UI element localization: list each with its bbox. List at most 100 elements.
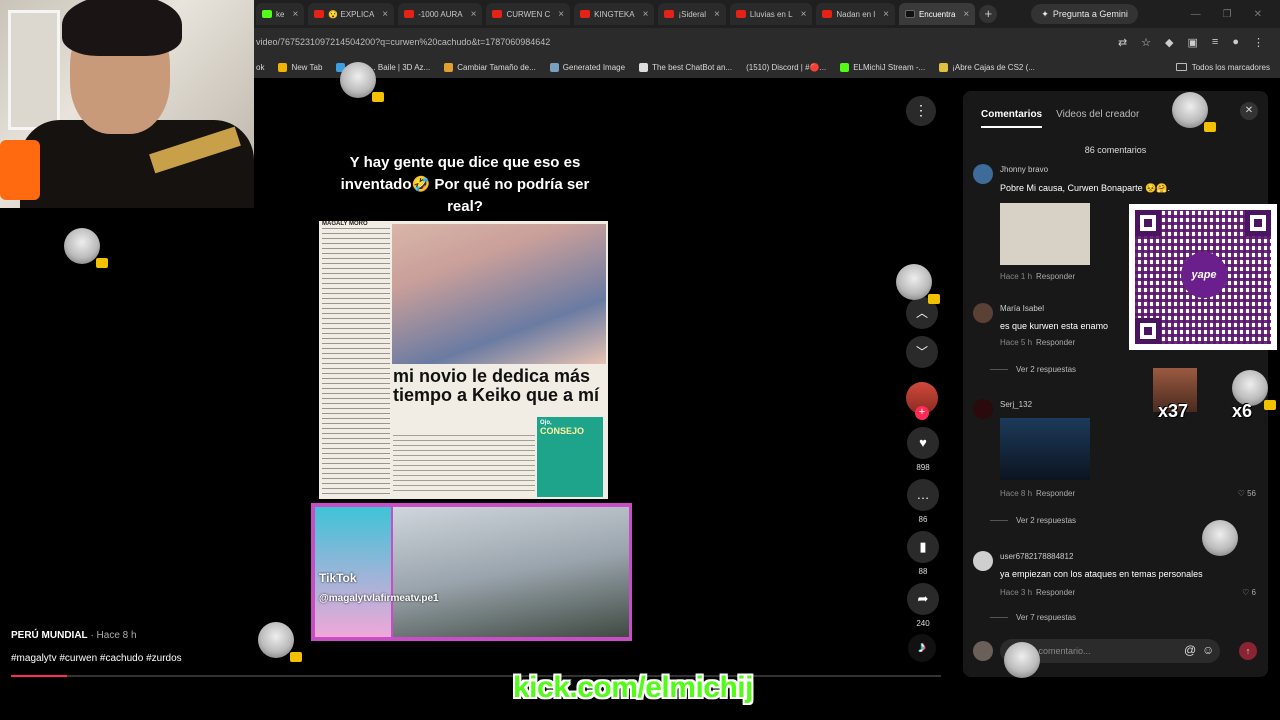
share-action[interactable]: ➦ 240 (906, 583, 940, 628)
webcam-overlay (0, 0, 254, 208)
tab-7[interactable]: Lluvias en L × (729, 3, 813, 25)
comment-action[interactable]: … 86 (906, 479, 940, 524)
tab-creator-videos[interactable]: Videos del creador (1056, 109, 1139, 128)
avatar[interactable] (973, 399, 993, 419)
star-icon[interactable]: ☆ (1141, 36, 1151, 49)
close-icon[interactable]: × (292, 9, 298, 20)
comment-user[interactable]: Jhonny bravo (1000, 165, 1048, 174)
puzzle-icon[interactable]: ▣ (1188, 36, 1198, 49)
tab-4[interactable]: CURWEN C × (486, 3, 571, 25)
tiktok-logo-icon[interactable]: ♪ (908, 634, 936, 662)
next-video-button[interactable]: ﹀ (906, 336, 938, 368)
close-icon[interactable]: × (382, 9, 388, 20)
comment-time: Hace 1 h (1000, 272, 1033, 281)
qr-finder (1245, 210, 1271, 236)
bookmark-0[interactable]: ok (256, 63, 264, 72)
bookmark-6[interactable]: (1510) Discord | #🔴... (746, 63, 826, 72)
close-icon[interactable]: × (714, 9, 720, 20)
menu-icon[interactable]: ⋮ (1253, 36, 1264, 49)
tiktok-handle: @magalytvlafirmeatv.pe1 (319, 593, 439, 604)
bookmark-5[interactable]: The best ChatBot an... (639, 62, 732, 72)
close-icon[interactable]: × (963, 9, 969, 20)
view-replies-button[interactable]: Ver 2 respuestas (990, 365, 1076, 374)
gemini-button[interactable]: ✦ Pregunta a Gemini (1031, 4, 1138, 24)
send-button[interactable]: ↑ (1239, 642, 1257, 660)
close-icon[interactable]: × (558, 9, 564, 20)
comment-user[interactable]: Serj_132 (1000, 400, 1032, 409)
tab-comments[interactable]: Comentarios (981, 109, 1043, 128)
emoji-icon[interactable]: ☺ (1202, 643, 1214, 657)
tab-1[interactable]: ke × (256, 3, 305, 25)
tiktok-watermark: TikTok (319, 571, 357, 585)
all-bookmarks[interactable]: Todos los marcadores (1175, 63, 1280, 72)
media-icon[interactable]: ≡ (1212, 36, 1218, 49)
bookmark-8[interactable]: ¡Abre Cajas de CS2 (... (939, 62, 1035, 72)
like-action[interactable]: ♥ 898 (906, 427, 940, 472)
url-field[interactable]: video/7675231097214504200?q=curwen%20cac… (254, 37, 1118, 47)
bookmark-label: Cambiar Tamaño de... (457, 62, 536, 72)
translate-icon[interactable]: ⇄ (1118, 36, 1127, 49)
heart-outline-icon: ♡ (1242, 588, 1250, 597)
comment-user[interactable]: user6782178884812 (1000, 552, 1073, 561)
qr-finder (1135, 318, 1161, 344)
more-options-button[interactable]: ⋮ (906, 96, 936, 126)
avatar[interactable] (973, 551, 993, 571)
avatar[interactable] (973, 303, 993, 323)
cat-face (1004, 642, 1040, 678)
like-count[interactable]: ♡ 56 (1238, 489, 1256, 498)
video-hashtags[interactable]: #magalytv #curwen #cachudo #zurdos (11, 653, 182, 664)
bookmark-3[interactable]: Cambiar Tamaño de... (444, 62, 536, 72)
video-author[interactable]: PERÚ MUNDIAL · Hace 8 h (11, 630, 137, 641)
comment-image[interactable] (1000, 203, 1090, 265)
tab-label: ke (276, 9, 285, 19)
minimize-icon[interactable]: — (1191, 9, 1201, 20)
reply-button[interactable]: Responder (1036, 588, 1075, 597)
close-icon[interactable]: × (471, 9, 477, 20)
comment-image[interactable] (1000, 418, 1090, 480)
follow-button[interactable]: + (915, 406, 929, 420)
close-icon[interactable]: × (801, 9, 807, 20)
microphone (0, 140, 40, 200)
tab-label: CURWEN C (506, 9, 551, 19)
close-icon[interactable]: × (643, 9, 649, 20)
background-shelf (8, 10, 60, 130)
new-tab-button[interactable]: + (979, 5, 998, 23)
youtube-icon (580, 10, 591, 18)
avatar[interactable] (973, 164, 993, 184)
mention-icon[interactable]: @ (1184, 643, 1196, 657)
kick-icon (262, 10, 272, 18)
close-panel-icon[interactable]: ✕ (1240, 102, 1258, 120)
like-count[interactable]: ♡ 6 (1242, 588, 1256, 597)
youtube-icon (735, 10, 746, 18)
close-icon[interactable]: × (883, 9, 889, 20)
reply-button[interactable]: Responder (1036, 489, 1075, 498)
save-action[interactable]: ▮ 88 (906, 531, 940, 576)
view-replies-button[interactable]: Ver 2 respuestas (990, 516, 1076, 525)
share-icon: ➦ (907, 583, 939, 615)
maximize-icon[interactable]: ❐ (1223, 9, 1232, 20)
reply-button[interactable]: Responder (1036, 272, 1075, 281)
bookmark-7[interactable]: ELMichiJ Stream -... (840, 62, 926, 72)
tab-2[interactable]: 😯 EXPLICA × (308, 3, 395, 25)
extension-icon[interactable]: ◆ (1165, 36, 1173, 49)
qr-finder (1135, 210, 1161, 236)
tab-8[interactable]: Nadan en l × (816, 3, 895, 25)
tab-3[interactable]: -1000 AURA × (398, 3, 483, 25)
toolbar-icons: ⇄ ☆ ◆ ▣ ≡ ● ⋮ (1118, 36, 1280, 49)
close-window-icon[interactable]: ✕ (1254, 9, 1262, 20)
tab-5[interactable]: KINGTEKA × (574, 3, 655, 25)
bookmark-label: ELMichiJ Stream -... (853, 62, 926, 72)
comment-user[interactable]: María Isabel (1000, 304, 1044, 313)
cat-emote (1202, 520, 1246, 564)
tab-6[interactable]: ¡Sideral × (658, 3, 726, 25)
profile-icon[interactable]: ● (1232, 36, 1239, 49)
heart-outline-icon: ♡ (1237, 489, 1245, 498)
video-progress-bar[interactable] (11, 675, 941, 677)
bookmark-1[interactable]: New Tab (278, 62, 322, 72)
reply-button[interactable]: Responder (1036, 338, 1075, 347)
tab-active[interactable]: Encuentra × (898, 3, 976, 25)
view-replies-button[interactable]: Ver 7 respuestas (990, 613, 1076, 622)
bookmark-icon (444, 62, 454, 72)
bookmark-4[interactable]: Generated Image (549, 62, 625, 72)
streamer-hair (62, 0, 182, 56)
